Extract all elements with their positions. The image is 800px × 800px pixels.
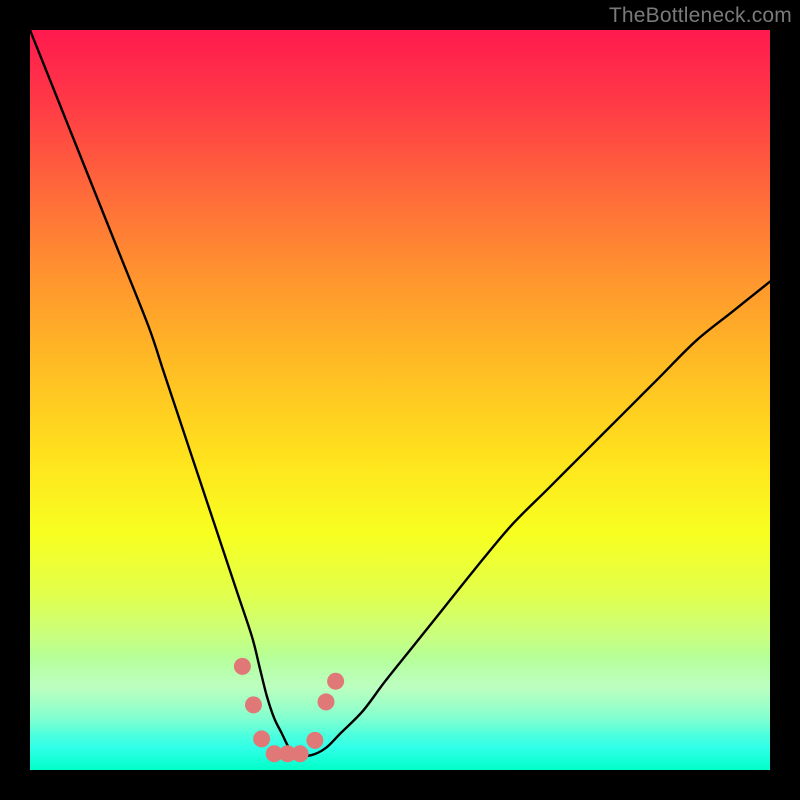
chart-stage: TheBottleneck.com [0,0,800,800]
highlight-dot [253,730,270,747]
highlight-dot [327,673,344,690]
bottleneck-curve [30,30,770,756]
plot-svg [30,30,770,770]
plot-frame [30,30,770,770]
highlight-dot [306,732,323,749]
watermark-text: TheBottleneck.com [609,4,792,28]
highlight-dot [292,745,309,762]
highlight-dot [234,658,251,675]
highlight-dot [318,693,335,710]
highlight-dot [245,696,262,713]
